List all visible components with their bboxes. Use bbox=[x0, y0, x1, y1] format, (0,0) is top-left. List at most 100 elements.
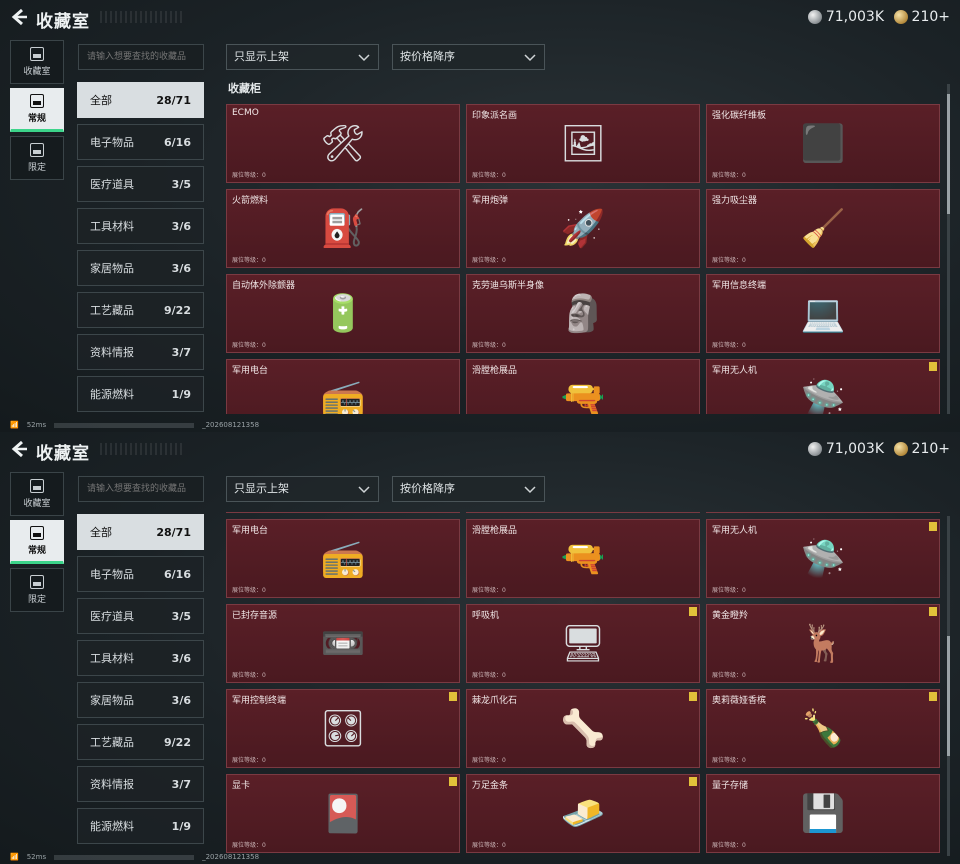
card-name: 军用炮弹 bbox=[472, 196, 509, 206]
nav-tab-0[interactable]: 收藏室 bbox=[10, 40, 64, 84]
display-filter-value: 只显示上架 bbox=[234, 482, 289, 495]
category-count: 28/71 bbox=[156, 525, 191, 539]
currency-gold[interactable]: 210+ bbox=[893, 9, 950, 25]
item-grid[interactable]: ECMO 🛠 展位等级：0 印象派名画 🖼 展位等级：0 强化碳纤维板 ⬛ 展位等级：0 火箭燃料… bbox=[226, 104, 942, 414]
nav-tab-1[interactable]: 常规 bbox=[10, 520, 64, 564]
card-level: 展位等级：0 bbox=[232, 342, 266, 349]
collection-card[interactable]: 呼吸机 🖥 展位等级：0 bbox=[466, 604, 700, 683]
scrollbar[interactable] bbox=[947, 84, 950, 414]
nav-tab-2[interactable]: 限定 bbox=[10, 136, 64, 180]
sort-dropdown[interactable]: 按价格降序 bbox=[392, 476, 545, 502]
ping-text: 52ms bbox=[26, 853, 47, 861]
ecmo-icon: 🛠 bbox=[320, 123, 366, 165]
nav-tab-0[interactable]: 收藏室 bbox=[10, 472, 64, 516]
category-item[interactable]: 工艺藏品 9/22 bbox=[77, 724, 204, 760]
collection-card[interactable]: 黄金瞪羚 🦌 展位等级：0 bbox=[706, 604, 940, 683]
nav-tab-label: 收藏室 bbox=[23, 499, 51, 509]
collection-card[interactable]: 军用控制终端 🎛 展位等级：0 bbox=[226, 689, 460, 768]
category-item[interactable]: 资料情报 3/7 bbox=[77, 766, 204, 802]
collection-card[interactable]: 强化碳纤维板 ⬛ 展位等级：0 bbox=[706, 104, 940, 183]
collection-icon bbox=[30, 479, 44, 493]
collection-card[interactable]: 滑膛枪展品🔫展位等级：0 bbox=[466, 519, 700, 598]
collection-card[interactable]: 军用炮弹 🚀 展位等级：0 bbox=[466, 189, 700, 268]
collection-card[interactable]: 已封存音源 📼 展位等级：0 bbox=[226, 604, 460, 683]
scroll-thumb[interactable] bbox=[947, 94, 950, 214]
collection-card[interactable]: 量子存储 💾 展位等级：0 bbox=[706, 774, 940, 853]
rarity-badge bbox=[449, 777, 457, 786]
category-item[interactable]: 电子物品 6/16 bbox=[77, 124, 204, 160]
nav-tab-2[interactable]: 限定 bbox=[10, 568, 64, 612]
category-item[interactable]: 电子物品 6/16 bbox=[77, 556, 204, 592]
category-item[interactable]: 能源燃料 1/9 bbox=[77, 808, 204, 844]
category-label: 工具材料 bbox=[90, 652, 134, 665]
category-item[interactable]: 家居物品 3/6 bbox=[77, 682, 204, 718]
wifi-icon: 📶 bbox=[10, 853, 19, 861]
nav-tab-1[interactable]: 常规 bbox=[10, 88, 64, 132]
painting-icon: 🖼 bbox=[560, 123, 606, 165]
terminal-icon: 💻 bbox=[800, 293, 846, 335]
collection-card[interactable]: 显卡 🎴 展位等级：0 bbox=[226, 774, 460, 853]
collection-card[interactable]: 奥莉薇娅香槟 🍾 展位等级：0 bbox=[706, 689, 940, 768]
build-text: _202608121358 bbox=[202, 853, 260, 861]
collection-card[interactable]: 军用信息终端💻展位等级：0 bbox=[706, 274, 940, 353]
picture-icon bbox=[30, 526, 44, 540]
category-item[interactable]: 工艺藏品 9/22 bbox=[77, 292, 204, 328]
card-level: 展位等级：0 bbox=[472, 842, 506, 849]
card-level: 展位等级：0 bbox=[712, 257, 746, 264]
category-item[interactable]: 全部 28/71 bbox=[77, 82, 204, 118]
nav-tab-label: 限定 bbox=[27, 595, 46, 605]
collection-card[interactable]: 军用信息终端💻展位等级：0 bbox=[706, 512, 940, 513]
collection-card[interactable]: 自动体外除颤器🔋展位等级：0 bbox=[226, 274, 460, 353]
collection-card[interactable]: 印象派名画 🖼 展位等级：0 bbox=[466, 104, 700, 183]
card-name: 军用控制终端 bbox=[232, 696, 287, 706]
category-count: 3/6 bbox=[171, 261, 191, 275]
collection-card[interactable]: 火箭燃料 ⛽ 展位等级：0 bbox=[226, 189, 460, 268]
category-item[interactable]: 医疗道具 3/5 bbox=[77, 166, 204, 202]
gold-coin-icon bbox=[893, 10, 908, 24]
picture-icon bbox=[30, 94, 44, 108]
collection-card[interactable]: 克劳迪乌斯半身像🗿展位等级：0 bbox=[466, 512, 700, 513]
sort-dropdown[interactable]: 按价格降序 bbox=[392, 44, 545, 70]
category-item[interactable]: 工具材料 3/6 bbox=[77, 208, 204, 244]
category-item[interactable]: 能源燃料 1/9 bbox=[77, 376, 204, 412]
category-item[interactable]: 家居物品 3/6 bbox=[77, 250, 204, 286]
collection-card[interactable]: 强力吸尘器 🧹 展位等级：0 bbox=[706, 189, 940, 268]
search-input[interactable] bbox=[78, 476, 204, 502]
nav-tab-label: 收藏室 bbox=[23, 67, 51, 77]
collection-card[interactable]: 军用无人机🛸展位等级：0 bbox=[706, 519, 940, 598]
card-level: 展位等级：0 bbox=[472, 172, 506, 179]
collection-card[interactable]: 自动体外除颤器🔋展位等级：0 bbox=[226, 512, 460, 513]
collection-card[interactable]: 棘龙爪化石 🦴 展位等级：0 bbox=[466, 689, 700, 768]
category-count: 3/6 bbox=[171, 693, 191, 707]
category-item[interactable]: 资料情报 3/7 bbox=[77, 334, 204, 370]
collection-card[interactable]: 军用无人机🛸展位等级：0 bbox=[706, 359, 940, 414]
screenshot-bottom: 收藏室 71,003K 210+ 收藏室常规限定 只显示上架 按价格降序 全部 2… bbox=[0, 432, 960, 864]
category-item[interactable]: 工具材料 3/6 bbox=[77, 640, 204, 676]
item-grid[interactable]: 自动体外除颤器🔋展位等级：0 克劳迪乌斯半身像🗿展位等级：0 军用信息终端💻展位等级… bbox=[226, 512, 942, 864]
category-label: 医疗道具 bbox=[90, 610, 134, 623]
collection-card[interactable]: 万足金条 🧈 展位等级：0 bbox=[466, 774, 700, 853]
currency-silver-value: 71,003K bbox=[825, 9, 884, 25]
collection-card[interactable]: 克劳迪乌斯半身像🗿展位等级：0 bbox=[466, 274, 700, 353]
back-arrow-icon[interactable] bbox=[8, 438, 30, 460]
search-input[interactable] bbox=[78, 44, 204, 70]
shell-icon: 🚀 bbox=[560, 208, 606, 250]
sort-value: 按价格降序 bbox=[400, 50, 455, 63]
scrollbar[interactable] bbox=[947, 516, 950, 856]
currency-gold[interactable]: 210+ bbox=[893, 441, 950, 457]
display-filter-dropdown[interactable]: 只显示上架 bbox=[226, 476, 379, 502]
collection-card[interactable]: 军用电台📻展位等级：0 bbox=[226, 359, 460, 414]
collection-card[interactable]: 军用电台📻展位等级：0 bbox=[226, 519, 460, 598]
collection-card[interactable]: ECMO 🛠 展位等级：0 bbox=[226, 104, 460, 183]
category-item[interactable]: 全部 28/71 bbox=[77, 514, 204, 550]
category-item[interactable]: 医疗道具 3/5 bbox=[77, 598, 204, 634]
category-label: 能源燃料 bbox=[90, 820, 134, 833]
display-filter-dropdown[interactable]: 只显示上架 bbox=[226, 44, 379, 70]
back-arrow-icon[interactable] bbox=[8, 6, 30, 28]
card-level: 展位等级：0 bbox=[712, 342, 746, 349]
blurred-id bbox=[54, 854, 195, 860]
collection-card[interactable]: 滑膛枪展品🔫展位等级：0 bbox=[466, 359, 700, 414]
card-level: 展位等级：0 bbox=[232, 757, 266, 764]
wifi-icon: 📶 bbox=[10, 421, 19, 429]
scroll-thumb[interactable] bbox=[947, 636, 950, 756]
